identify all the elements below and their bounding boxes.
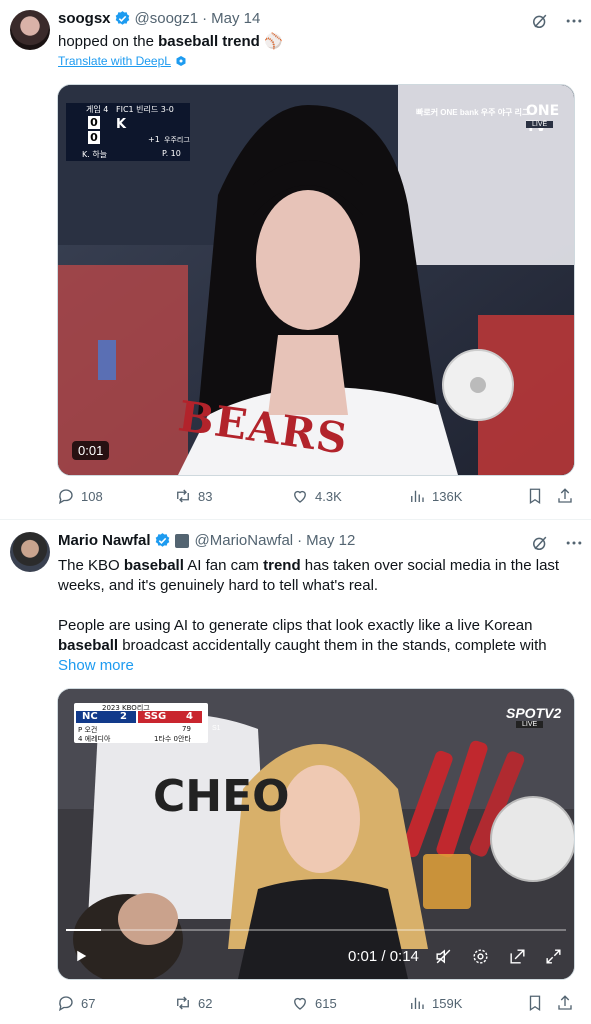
- scoreboard-header: 게임 4 FIC1 빈리드 3-0: [86, 105, 174, 114]
- show-more-link[interactable]: Show more: [58, 656, 134, 676]
- post-date[interactable]: May 14: [211, 10, 260, 27]
- display-name[interactable]: soogsx: [58, 10, 111, 27]
- video-progress-fill: [66, 929, 101, 931]
- broadcaster-live: LIVE: [526, 121, 554, 128]
- post-date[interactable]: May 12: [306, 532, 355, 549]
- tweet-1[interactable]: soogsx @soogz1 · May 14 hopped on the ba…: [0, 0, 591, 520]
- repost-icon: [177, 996, 189, 1010]
- reply-count: 108: [81, 488, 103, 504]
- team2-box: SSG 4: [138, 711, 202, 723]
- tweet-text-paragraph-2: People are using AI to generate clips th…: [58, 617, 547, 654]
- video-time: 0:01: [72, 441, 110, 460]
- separator-dot: ·: [297, 532, 303, 549]
- video-player[interactable]: BEARS 게임 4 FIC1 빈리드 3-0 0 0 K +1 우주리그 K.…: [57, 84, 575, 476]
- more-options-icon[interactable]: [564, 11, 584, 31]
- share-icon[interactable]: [556, 487, 574, 505]
- picture-in-picture-icon[interactable]: [508, 947, 527, 966]
- scoreboard: 2023 KBO리그 NC 2 SSG 4 P 오건 79 4 에레디아 1타수…: [74, 703, 208, 743]
- like-count: 615: [315, 995, 337, 1011]
- more-options-icon[interactable]: [564, 533, 584, 553]
- plus-label: +1: [148, 135, 160, 144]
- jersey-text: CHEO: [153, 771, 290, 822]
- batter-stats: 1타수 0안타: [154, 735, 191, 743]
- analytics-icon: [411, 997, 424, 1009]
- repost-button[interactable]: 62: [174, 994, 212, 1012]
- display-name[interactable]: Mario Nawfal: [58, 532, 151, 549]
- broadcaster-logo: SPOTV2: [506, 705, 562, 721]
- team2-name: SSG: [144, 711, 167, 722]
- mute-icon[interactable]: [434, 947, 453, 966]
- handle[interactable]: @soogz1: [135, 10, 199, 27]
- repost-count: 83: [198, 488, 213, 504]
- handle[interactable]: @MarioNawfal: [195, 532, 294, 549]
- separator-dot: ·: [202, 10, 208, 27]
- views-count: 159K: [432, 995, 463, 1011]
- avatar[interactable]: [10, 10, 50, 50]
- team2-score: 0: [88, 131, 100, 144]
- views-button[interactable]: 159K: [408, 994, 462, 1012]
- translate-link[interactable]: Translate with DeepL: [58, 54, 187, 68]
- repost-button[interactable]: 83: [174, 487, 212, 505]
- views-button[interactable]: 136K: [408, 487, 462, 505]
- team1-box: NC 2: [76, 711, 136, 723]
- broadcast-banner: 빠로커 ONE bank 우주 야구 리그: [416, 108, 530, 117]
- tweet-text-paragraph-1: The KBO baseball AI fan cam trend has ta…: [58, 557, 560, 594]
- verified-badge-icon: [115, 11, 129, 25]
- repost-icon: [177, 489, 189, 503]
- reply-button[interactable]: 67: [57, 994, 95, 1012]
- like-count: 4.3K: [315, 488, 342, 504]
- heart-icon: [294, 490, 306, 503]
- avatar[interactable]: [10, 532, 50, 572]
- like-button[interactable]: 4.3K: [291, 487, 342, 505]
- team1-score: 2: [120, 711, 127, 722]
- reply-icon: [59, 996, 73, 1012]
- heart-icon: [294, 997, 306, 1010]
- video-time: 0:01 / 0:14: [348, 948, 419, 965]
- count-label: S1: [212, 725, 221, 732]
- pitch-count: 79: [182, 725, 191, 733]
- tweet-2[interactable]: Mario Nawfal @MarioNawfal · May 12 The K…: [0, 520, 591, 1024]
- team2-score: 4: [186, 711, 193, 722]
- play-icon[interactable]: [72, 947, 90, 965]
- reply-icon: [59, 489, 73, 505]
- batter-label: K. 하늘: [82, 150, 108, 159]
- like-button[interactable]: 615: [291, 994, 337, 1012]
- video-player[interactable]: CHEO 2023 KBO리그 NC 2 SSG 4 P 오건 79 4 에레디…: [57, 688, 575, 980]
- fullscreen-icon[interactable]: [544, 947, 563, 966]
- settings-icon[interactable]: [471, 947, 490, 966]
- reply-button[interactable]: 108: [57, 487, 103, 505]
- affiliate-badge-icon: [174, 533, 189, 548]
- tweet-text: hopped on the baseball trend ⚾: [58, 33, 283, 50]
- team1-name: NC: [82, 711, 98, 722]
- analytics-icon: [411, 490, 424, 502]
- share-icon[interactable]: [556, 994, 574, 1012]
- broadcaster-live: LIVE: [516, 721, 544, 728]
- grok-icon[interactable]: [530, 533, 550, 553]
- bookmark-icon[interactable]: [526, 994, 544, 1012]
- league-label: 우주리그: [164, 136, 190, 144]
- grok-icon[interactable]: [530, 11, 550, 31]
- deepl-icon: [176, 56, 186, 66]
- reply-count: 67: [81, 995, 96, 1011]
- scoreboard: 게임 4 FIC1 빈리드 3-0 0 0 K +1 우주리그 K. 하늘 P.…: [66, 103, 190, 161]
- views-count: 136K: [432, 488, 463, 504]
- broadcaster-logo: ONE TV: [526, 103, 560, 135]
- team1-score: 0: [88, 116, 100, 129]
- pitch-label: P. 10: [162, 149, 181, 158]
- verified-badge-icon: [155, 533, 169, 547]
- strike-label: K: [116, 117, 127, 132]
- bookmark-icon[interactable]: [526, 487, 544, 505]
- batter-label: 4 에레디아: [78, 735, 111, 743]
- repost-count: 62: [198, 995, 213, 1011]
- video-progress-track[interactable]: [66, 929, 566, 931]
